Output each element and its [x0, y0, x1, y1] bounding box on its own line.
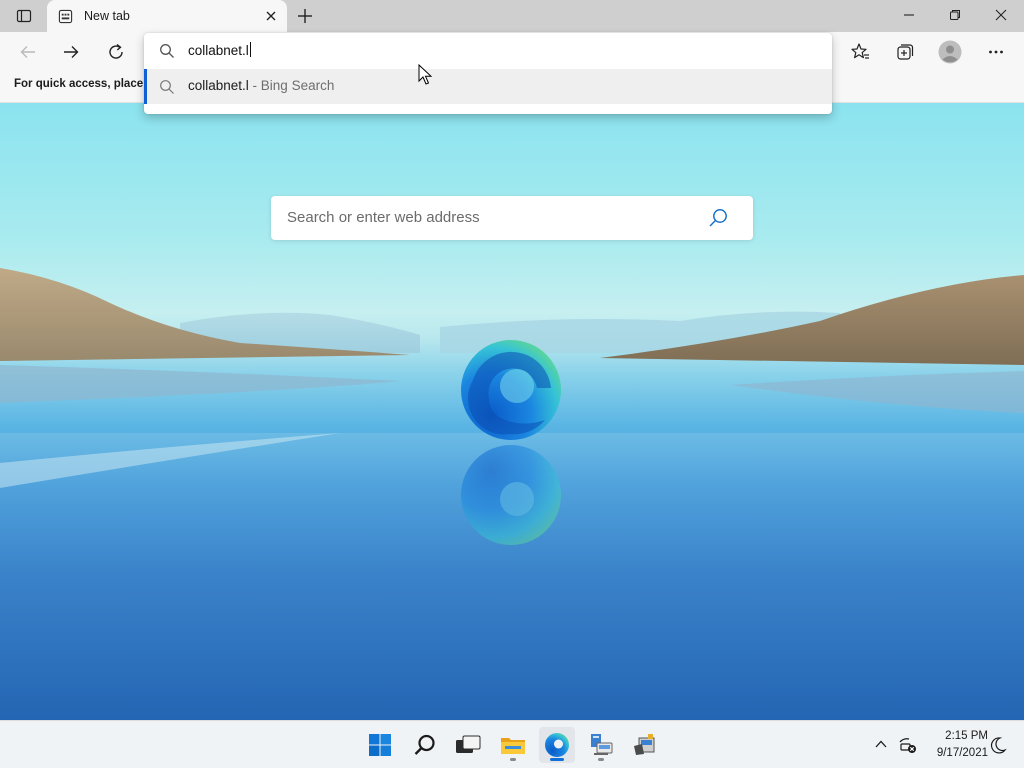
restore-button[interactable]	[932, 0, 978, 30]
taskbar: 2:15 PM 9/17/2021	[0, 720, 1024, 768]
search-icon	[160, 44, 174, 58]
text-caret	[249, 42, 251, 57]
taskbar-search-button[interactable]	[407, 727, 443, 763]
star-list-icon	[851, 43, 869, 59]
edge-icon	[545, 733, 569, 757]
new-tab-page-icon	[58, 9, 73, 24]
minimize-icon	[904, 14, 914, 16]
more-horizontal-icon	[989, 50, 1003, 54]
ntp-search-placeholder: Search or enter web address	[287, 209, 480, 226]
settings-and-more-button[interactable]	[981, 37, 1011, 67]
arrow-right-icon	[64, 46, 79, 58]
show-hidden-icons-button[interactable]	[872, 735, 890, 753]
running-indicator	[598, 758, 604, 761]
ntp-search-box[interactable]: Search or enter web address	[271, 196, 753, 240]
collections-button[interactable]	[890, 37, 920, 67]
tab-new-tab[interactable]: New tab	[47, 0, 287, 33]
minimize-button[interactable]	[886, 0, 932, 30]
suggestion-query: collabnet.l	[188, 78, 249, 93]
close-window-button[interactable]	[978, 0, 1024, 30]
running-indicator	[510, 758, 516, 761]
network-disconnected-icon[interactable]	[897, 735, 917, 755]
file-explorer-icon	[501, 738, 525, 754]
avatar-icon	[938, 40, 962, 64]
task-view-icon	[456, 735, 481, 753]
task-view-button[interactable]	[450, 727, 486, 763]
network-app-icon	[591, 734, 613, 755]
start-icon	[369, 734, 391, 756]
close-icon	[995, 9, 1007, 21]
restore-icon	[950, 10, 960, 20]
tab-actions-icon	[16, 9, 32, 23]
setup-app-button[interactable]	[627, 727, 663, 763]
search-icon[interactable]	[707, 207, 729, 229]
search-icon	[160, 80, 174, 94]
refresh-button[interactable]	[101, 37, 131, 67]
mouse-cursor-icon	[418, 64, 432, 85]
suggestion-label: collabnet.l - Bing Search	[188, 78, 334, 93]
edge-taskbar-button[interactable]	[539, 727, 575, 763]
address-input[interactable]: collabnet.l	[188, 42, 251, 58]
clock-time: 2:15 PM	[945, 730, 988, 742]
close-icon	[266, 11, 276, 21]
forward-button[interactable]	[56, 37, 86, 67]
plus-icon	[298, 9, 312, 23]
tab-title: New tab	[84, 9, 130, 23]
tab-actions-menu-button[interactable]	[10, 6, 38, 26]
clock-date: 9/17/2021	[936, 747, 988, 759]
network-app-button[interactable]	[583, 727, 619, 763]
search-icon	[414, 734, 435, 755]
focus-assist-icon[interactable]	[988, 735, 1008, 755]
new-tab-page: Search or enter web address	[0, 103, 1024, 720]
back-button[interactable]	[13, 37, 43, 67]
chevron-up-icon	[875, 740, 887, 748]
system-clock[interactable]: 2:15 PM 9/17/2021	[920, 728, 988, 762]
suggestion-item[interactable]: collabnet.l - Bing Search	[144, 69, 832, 104]
setup-app-icon	[634, 734, 655, 755]
address-bar[interactable]: collabnet.l	[144, 33, 832, 69]
profile-button[interactable]	[935, 37, 965, 67]
address-bar-dropdown: collabnet.l collabnet.l - Bing Search	[144, 33, 832, 114]
edge-logo-reflection	[461, 445, 561, 545]
refresh-icon	[109, 43, 123, 59]
edge-logo	[461, 340, 561, 440]
favorites-bar-hint: For quick access, place y	[14, 78, 153, 90]
collections-icon	[897, 44, 914, 60]
arrow-left-icon	[20, 46, 35, 58]
favorites-button[interactable]	[845, 37, 875, 67]
new-tab-button[interactable]	[294, 5, 316, 27]
active-indicator	[550, 758, 564, 761]
suggestion-source: - Bing Search	[248, 78, 335, 93]
tab-close-button[interactable]	[263, 8, 279, 24]
start-button[interactable]	[362, 727, 398, 763]
file-explorer-button[interactable]	[495, 727, 531, 763]
title-bar: New tab	[0, 0, 1024, 33]
